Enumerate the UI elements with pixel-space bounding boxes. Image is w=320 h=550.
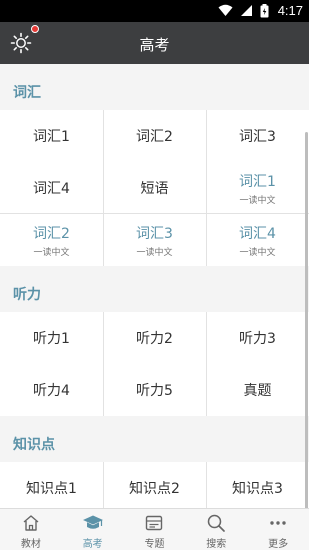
content-area[interactable]: 词汇 词汇1 词汇2 词汇3 词汇4 短语 词汇1 一读中文 词汇2 一读中文 … (0, 64, 309, 508)
tab-label: 高考 (82, 539, 103, 550)
title-bar: 高考 (0, 22, 309, 64)
grid-item-vocab-1[interactable]: 词汇1 (0, 110, 103, 162)
grid-item-label: 词汇2 (33, 225, 70, 242)
tab-textbook[interactable]: 教材 (0, 509, 62, 550)
grid-item-label: 听力1 (33, 331, 70, 347)
grid-item-vocab-3[interactable]: 词汇3 (206, 110, 309, 162)
topic-card-icon (146, 515, 163, 531)
grid-divider (206, 312, 207, 416)
grid-item-listening-2[interactable]: 听力2 (103, 312, 206, 364)
grid-item-knowledge-2[interactable]: 知识点2 (103, 462, 206, 508)
grid-item-phrases[interactable]: 短语 (103, 162, 206, 214)
grid-divider (103, 110, 104, 266)
grid-item-vocab-3-chinese[interactable]: 词汇3 一读中文 (103, 214, 206, 266)
grid-item-label: 词汇3 (136, 225, 173, 242)
status-bar: 4:17 (0, 0, 309, 22)
grid-item-label: 听力2 (136, 331, 173, 347)
signal-icon (240, 5, 252, 16)
grid-divider (206, 110, 207, 266)
grid-item-sublabel: 一读中文 (239, 195, 276, 206)
grid-item-vocab-4[interactable]: 词汇4 (0, 162, 103, 214)
grid-item-sublabel: 一读中文 (33, 247, 70, 258)
grid-item-label: 听力4 (33, 383, 70, 399)
grid-item-label: 词汇1 (239, 173, 276, 190)
section-header-listening: 听力 (0, 266, 309, 312)
section-title: 听力 (13, 287, 41, 303)
notification-dot (31, 25, 39, 33)
wifi-icon (218, 4, 233, 16)
status-time: 4:17 (277, 3, 303, 18)
tab-label: 专题 (144, 539, 165, 550)
section-header-knowledge: 知识点 (0, 416, 309, 462)
more-icon (270, 521, 286, 525)
tab-label: 更多 (268, 539, 289, 550)
grid-item-vocab-4-chinese[interactable]: 词汇4 一读中文 (206, 214, 309, 266)
tab-gaokao[interactable]: 高考 (62, 509, 124, 550)
battery-icon (260, 3, 269, 17)
grid-item-listening-5[interactable]: 听力5 (103, 364, 206, 416)
grid-divider (103, 312, 104, 416)
section-header-vocabulary: 词汇 (0, 64, 309, 110)
grid-item-label: 词汇4 (239, 225, 276, 242)
scrollbar[interactable] (305, 132, 308, 508)
grid-item-label: 听力3 (239, 331, 276, 347)
grid-item-label: 知识点1 (26, 481, 77, 497)
grid-item-label: 词汇3 (239, 129, 276, 145)
bottom-tab-bar: 教材 高考 专题 搜索 更多 (0, 508, 309, 550)
grid-item-sublabel: 一读中文 (136, 247, 173, 258)
grid-item-label: 词汇4 (33, 181, 70, 197)
tab-label: 教材 (20, 539, 41, 550)
grid-item-vocab-2-chinese[interactable]: 词汇2 一读中文 (0, 214, 103, 266)
grid-item-vocab-2[interactable]: 词汇2 (103, 110, 206, 162)
section-title: 词汇 (13, 85, 41, 101)
grid-item-vocab-1-chinese[interactable]: 词汇1 一读中文 (206, 162, 309, 214)
tab-more[interactable]: 更多 (247, 509, 309, 550)
tab-search[interactable]: 搜索 (185, 509, 247, 550)
search-icon (208, 514, 226, 532)
grid-item-past-exams[interactable]: 真题 (206, 364, 309, 416)
grid-item-label: 词汇1 (33, 129, 70, 145)
home-icon (23, 515, 39, 531)
grid-item-label: 真题 (243, 383, 272, 399)
grid-item-listening-1[interactable]: 听力1 (0, 312, 103, 364)
grid-divider (206, 462, 207, 508)
grid-item-listening-4[interactable]: 听力4 (0, 364, 103, 416)
grid-divider (103, 462, 104, 508)
grid-item-label: 词汇2 (136, 129, 173, 145)
page-title: 高考 (139, 36, 170, 54)
grid-item-label: 知识点2 (129, 481, 180, 497)
grid-item-knowledge-3[interactable]: 知识点3 (206, 462, 309, 508)
grid-item-knowledge-1[interactable]: 知识点1 (0, 462, 103, 508)
section-title: 知识点 (13, 437, 55, 453)
grid-item-listening-3[interactable]: 听力3 (206, 312, 309, 364)
grid-divider (0, 213, 309, 214)
grid-item-label: 听力5 (136, 383, 173, 399)
grid-item-label: 知识点3 (232, 481, 283, 497)
grid-item-sublabel: 一读中文 (239, 247, 276, 258)
tab-label: 搜索 (206, 539, 227, 550)
tab-topics[interactable]: 专题 (124, 509, 186, 550)
grid-item-label: 短语 (140, 181, 169, 197)
graduation-cap-icon (82, 515, 103, 529)
